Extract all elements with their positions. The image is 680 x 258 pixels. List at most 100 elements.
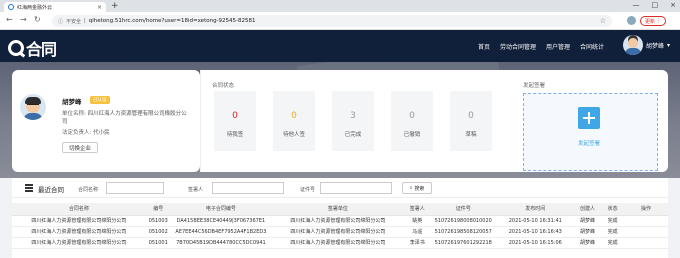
- filter-id-label: 证件号: [300, 187, 316, 193]
- signer-input[interactable]: [212, 182, 284, 194]
- col-publish-time[interactable]: 发布时间: [496, 203, 574, 216]
- col-creator[interactable]: 创建人: [573, 203, 602, 216]
- table-row[interactable]: 四川红海人力资源管理有限公司绵阳分公司 051003 DA415BEE38CE4…: [12, 215, 668, 227]
- col-signer[interactable]: 签署人: [404, 203, 430, 216]
- nav-contract-stats[interactable]: 合同统计: [580, 42, 604, 51]
- launch-title: 发起签署: [523, 83, 546, 89]
- search-button[interactable]: ⌕ 搜索: [402, 182, 432, 194]
- cell-contract-name: 四川红海人力资源管理有限公司绵阳分公司: [12, 215, 146, 227]
- status-title: 合同状态: [212, 83, 235, 89]
- tab-title: 红海两金融外云: [17, 4, 53, 11]
- maximize-icon[interactable]: □: [652, 1, 659, 9]
- list-icon: [25, 184, 33, 192]
- col-id-number[interactable]: 证件号: [429, 203, 497, 216]
- recent-contracts-panel: 最近合同 合同名称 签署人 证件号 ⌕ 搜索 合同名称 编号 电子合同编号 签署…: [12, 178, 668, 258]
- stat-completed[interactable]: 3 已完成: [332, 91, 374, 151]
- contracts-table: 合同名称 编号 电子合同编号 签署单位 签署人 证件号 发布时间 创建人 状态 …: [12, 203, 668, 249]
- stat-number: 0: [232, 111, 238, 121]
- id-number-input[interactable]: [320, 182, 392, 194]
- security-label: 不安全: [66, 18, 82, 25]
- new-tab-button[interactable]: +: [111, 1, 119, 11]
- window-controls: — □ ×: [633, 1, 677, 9]
- cell-actions[interactable]: [624, 226, 668, 238]
- profile-avatar: [20, 94, 46, 120]
- user-avatar: [623, 35, 643, 55]
- nav-home[interactable]: 首页: [478, 42, 490, 51]
- browser-tab-strip: 红海两金融外云 × + — □ ×: [0, 0, 680, 12]
- stat-pending-others[interactable]: 0 待他人签: [273, 91, 315, 151]
- verified-badge: 已认证: [90, 96, 110, 104]
- cell-id-number: 510726198508120057: [429, 226, 497, 238]
- search-icon: ⌕: [409, 185, 413, 191]
- cell-actions[interactable]: [624, 215, 668, 227]
- bookmark-star-icon[interactable]: ☆: [600, 17, 606, 25]
- cell-e-contract-number: DA415BEE38CE40449|3F067367E1: [170, 215, 272, 227]
- stat-pending-me[interactable]: 0 待我签: [214, 91, 256, 151]
- back-icon[interactable]: ←: [6, 15, 13, 24]
- reload-icon[interactable]: ↻: [34, 15, 41, 24]
- app-logo[interactable]: 合同: [8, 36, 57, 60]
- col-status[interactable]: 状态: [601, 203, 625, 216]
- profile-icon[interactable]: [627, 16, 636, 25]
- cell-creator: 胡梦峰: [573, 237, 602, 249]
- more-icon: ⋮: [656, 18, 661, 24]
- cell-number: 051002: [145, 226, 171, 238]
- profile-name: 胡梦峰: [62, 98, 82, 106]
- stat-revoked[interactable]: 0 已撤销: [391, 91, 433, 151]
- close-window-icon[interactable]: ×: [670, 1, 676, 9]
- cell-status: 完成: [601, 215, 625, 227]
- switch-company-button[interactable]: 切换企业: [62, 142, 98, 153]
- browser-tab[interactable]: 红海两金融外云 ×: [4, 2, 106, 12]
- legal-value: 代小民: [93, 130, 110, 136]
- chevron-down-icon: ▾: [667, 41, 671, 49]
- cell-e-contract-number: 7B70D45B19DB444780CC5DC0941: [170, 237, 272, 249]
- update-button[interactable]: 更新 ⋮: [640, 16, 666, 26]
- col-e-contract-number[interactable]: 电子合同编号: [170, 203, 272, 216]
- address-bar[interactable]: ⓘ 不安全 | qihetong.51hrc.com/home?user=18i…: [52, 15, 612, 27]
- launch-sign-area[interactable]: [523, 93, 658, 171]
- col-number[interactable]: 编号: [145, 203, 171, 216]
- table-header-row: 合同名称 编号 电子合同编号 签署单位 签署人 证件号 发布时间 创建人 状态 …: [12, 203, 668, 216]
- col-contract-name[interactable]: 合同名称: [12, 203, 146, 216]
- legal-row: 法定负责人: 代小民: [62, 128, 110, 136]
- cell-publish-time: 2021-05-10 16:31:41: [496, 215, 574, 227]
- table-row[interactable]: 四川红海人力资源管理有限公司绵阳分公司 051002 AE7EE44C56DB4…: [12, 226, 668, 238]
- stat-label: 待我签: [226, 132, 244, 138]
- cell-number: 051001: [145, 237, 171, 249]
- stat-label: 草稿: [465, 132, 477, 138]
- cell-publish-time: 2021-05-10 16:15:06: [496, 237, 574, 249]
- nav-labor-contract[interactable]: 劳动合同管理: [500, 42, 536, 51]
- nav-user-management[interactable]: 用户管理: [546, 42, 570, 51]
- close-tab-icon[interactable]: ×: [97, 4, 102, 11]
- cell-number: 051003: [145, 215, 171, 227]
- logo-text: 合同: [26, 40, 57, 59]
- recent-filter-bar: 最近合同 合同名称 签署人 证件号 ⌕ 搜索: [12, 178, 668, 198]
- launch-sign-button[interactable]: 发起签署: [578, 139, 600, 147]
- col-actions: 操作: [624, 203, 668, 216]
- filter-name-label: 合同名称: [78, 187, 99, 193]
- cell-contract-name: 四川红海人力资源管理有限公司绵阳分公司: [12, 226, 146, 238]
- url-text: qihetong.51hrc.com/home?user=18id=xetong…: [88, 18, 256, 24]
- cell-id-number: 510726197601292218: [429, 237, 497, 249]
- cell-status: 完成: [601, 237, 625, 249]
- table-row[interactable]: 四川红海人力资源管理有限公司绵阳分公司 051001 7B70D45B19DB4…: [12, 237, 668, 249]
- cell-creator: 胡梦峰: [573, 215, 602, 227]
- cell-signer: 马遥: [404, 226, 430, 238]
- stat-label: 已撤销: [403, 132, 421, 138]
- cell-actions[interactable]: [624, 237, 668, 249]
- update-label: 更新: [644, 18, 655, 25]
- cell-e-contract-number: AE7EE44C56DB4EF7952A4F1B2ED3: [170, 226, 272, 238]
- col-sign-unit[interactable]: 签署单位: [271, 203, 405, 216]
- cell-sign-unit: 四川红海人力资源管理有限公司绵阳分公司: [271, 226, 405, 238]
- top-nav: 首页 劳动合同管理 用户管理 合同统计: [478, 42, 604, 51]
- forward-icon[interactable]: →: [20, 15, 27, 24]
- user-menu[interactable]: 胡梦峰 ▾: [623, 35, 670, 55]
- stat-number: 0: [409, 111, 415, 121]
- minimize-icon[interactable]: —: [633, 1, 640, 9]
- cell-signer: 姚英: [404, 215, 430, 227]
- info-icon: ⓘ: [58, 18, 64, 25]
- cell-id-number: 510726198008010020: [429, 215, 497, 227]
- plus-icon[interactable]: [578, 107, 600, 129]
- contract-name-input[interactable]: [106, 182, 164, 194]
- stat-draft[interactable]: 0 草稿: [450, 91, 492, 151]
